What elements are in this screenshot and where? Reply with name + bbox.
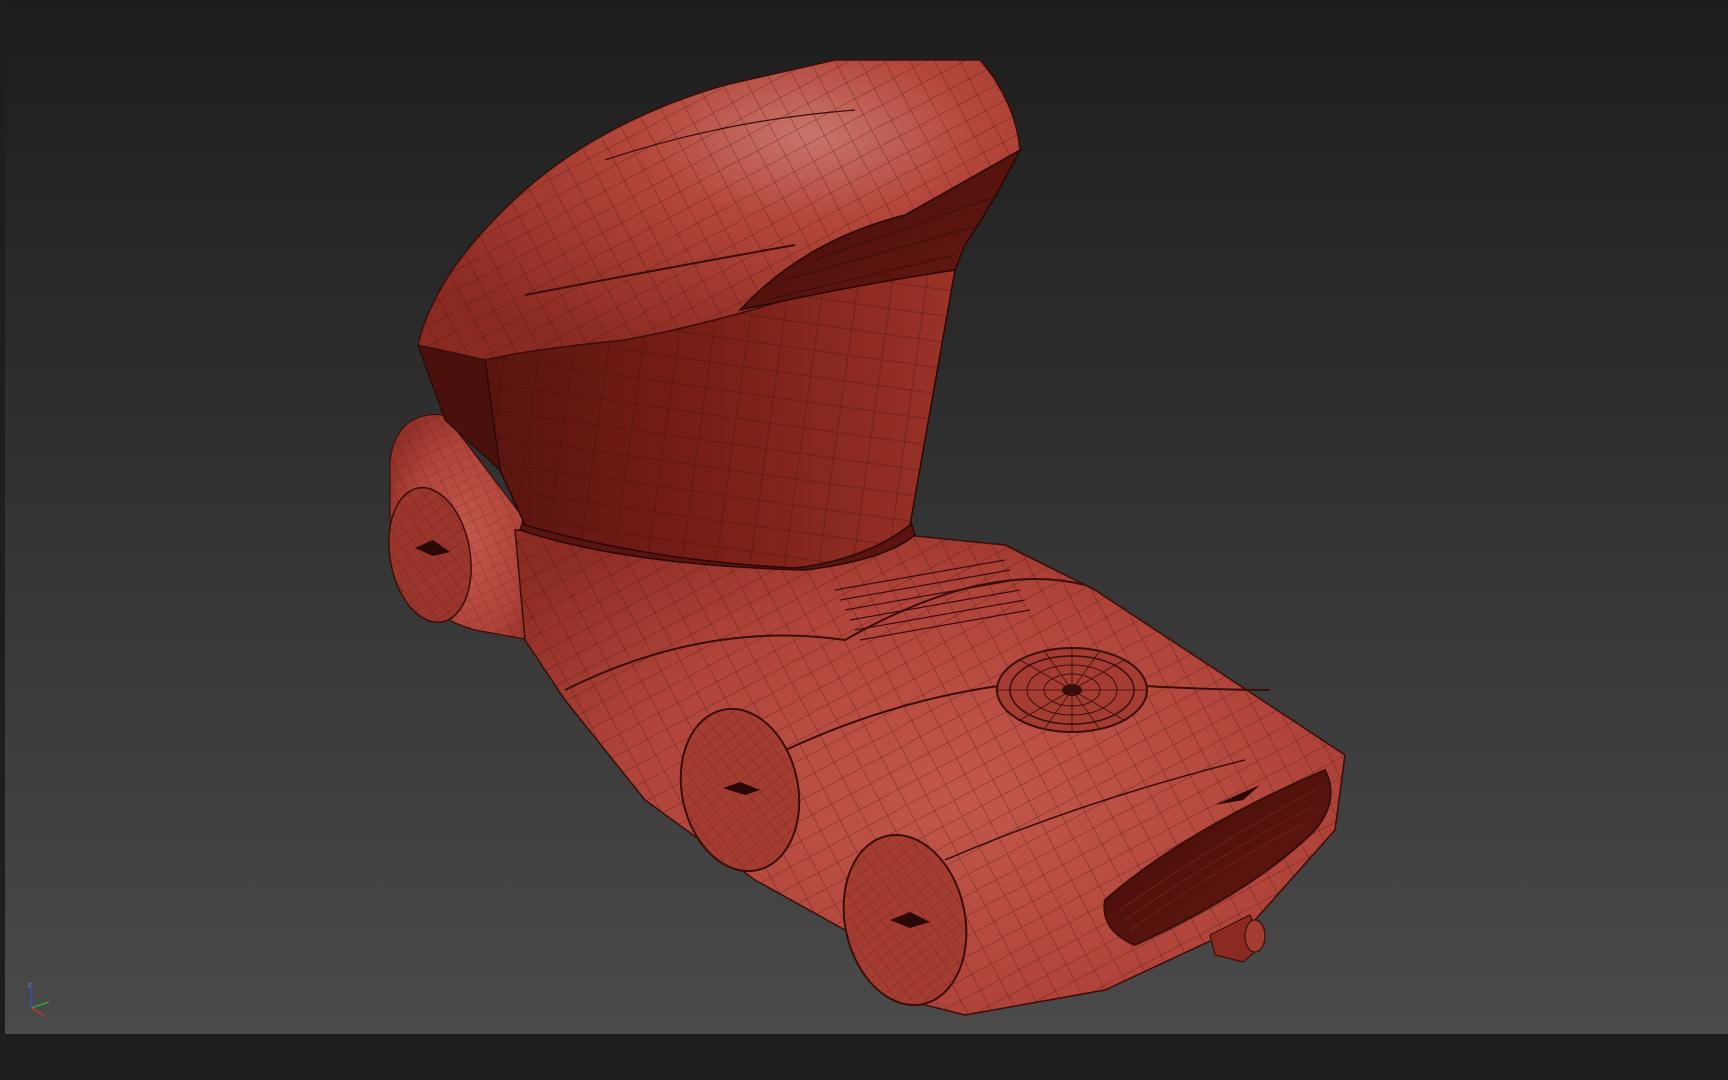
circular-hatch bbox=[996, 647, 1148, 733]
app-window: z bbox=[0, 0, 1728, 1080]
axis-gizmo-icon: z bbox=[28, 981, 50, 1017]
wireframe-model[interactable] bbox=[5, 0, 1728, 1034]
axis-z-label: z bbox=[28, 981, 32, 989]
3d-viewport[interactable]: z bbox=[5, 0, 1728, 1034]
viewport-bottom-bar bbox=[0, 1034, 1728, 1080]
